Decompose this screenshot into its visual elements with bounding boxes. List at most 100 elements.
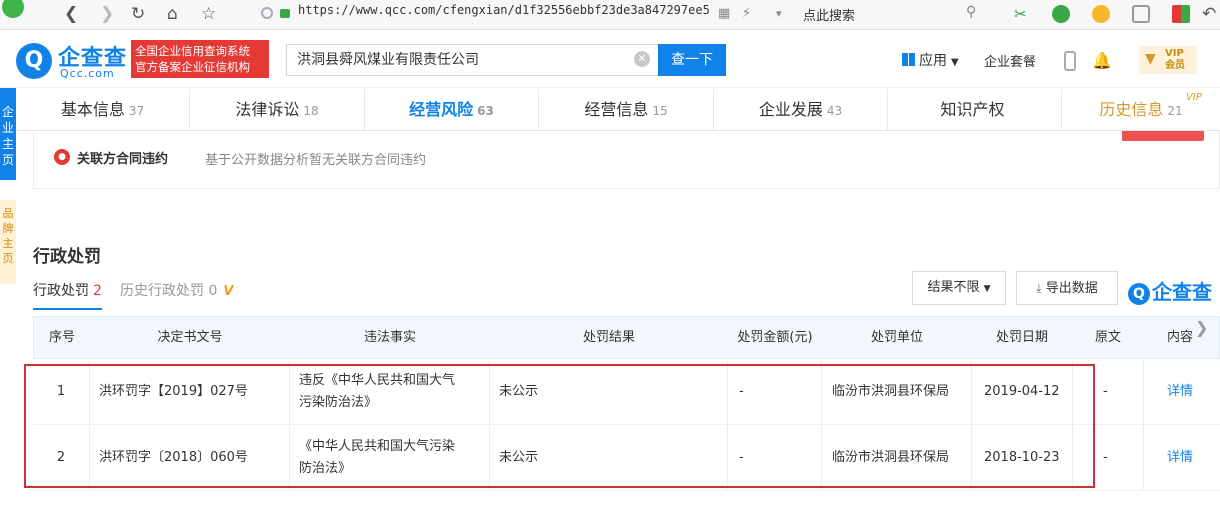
bell-icon[interactable]: 🔔 bbox=[1092, 51, 1112, 70]
qcc-logo-icon[interactable]: Q bbox=[16, 43, 52, 79]
detail-link[interactable]: 详情 bbox=[1167, 425, 1217, 490]
chevron-right-icon[interactable]: ❯ bbox=[1195, 318, 1208, 337]
export-label: 导出数据 bbox=[1045, 281, 1098, 296]
site-header: Q 企查查 Qcc.com 全国企业信用查询系统 官方备案企业征信机构 洪洞县舜… bbox=[0, 30, 1220, 88]
browser-search-box[interactable]: 点此搜索 bbox=[803, 5, 855, 24]
reload-icon[interactable]: ↻ bbox=[131, 4, 145, 24]
subtab-count: 2 bbox=[93, 283, 102, 299]
column-divider bbox=[1143, 359, 1144, 491]
vip-mark-icon: V bbox=[223, 284, 234, 299]
cell-fact: 违反《中华人民共和国大气 污染防治法》 bbox=[299, 359, 489, 424]
filter-label: 结果不限 bbox=[927, 280, 980, 295]
tab-ip[interactable]: 知识产权 bbox=[888, 89, 1062, 131]
tab-basic-info[interactable]: 基本信息 37 bbox=[16, 89, 190, 131]
vip-line-1: VIP bbox=[1165, 48, 1184, 59]
subtab-history-penalty[interactable]: 历史行政处罚 0V bbox=[120, 280, 233, 300]
slogan-line-2: 官方备案企业征信机构 bbox=[135, 60, 250, 74]
column-divider bbox=[289, 359, 290, 491]
company-search-input[interactable]: 洪洞县舜风煤业有限责任公司 bbox=[286, 44, 658, 76]
address-bar[interactable]: https://www.qcc.com/cfengxian/d1f32556eb… bbox=[298, 3, 710, 17]
subtab-label: 历史行政处罚 bbox=[120, 283, 204, 299]
home-icon[interactable]: ⌂ bbox=[167, 4, 178, 24]
cell-date: 2018-10-23 bbox=[984, 449, 1060, 465]
tab-label: 基本信息 bbox=[60, 100, 125, 119]
clear-search-icon[interactable]: ✕ bbox=[634, 51, 650, 67]
cell-amount: - bbox=[739, 449, 744, 465]
tab-label: 经营风险 bbox=[409, 100, 474, 119]
tab-label: 法律诉讼 bbox=[235, 100, 300, 119]
tab-operating-risk[interactable]: 经营风险 63 bbox=[365, 89, 539, 131]
tab-label: 知识产权 bbox=[940, 100, 1005, 119]
app-grid-icon bbox=[902, 53, 915, 66]
forward-icon[interactable]: ❯ bbox=[100, 4, 114, 24]
cell-fact: 《中华人民共和国大气污染 防治法》 bbox=[299, 425, 489, 490]
tab-count: 15 bbox=[652, 104, 668, 118]
related-contract-card: ● 关联方合同违约 基于公开数据分析暂无关联方合同违约 bbox=[33, 131, 1220, 189]
enterprise-home-tab[interactable]: 企业主页 bbox=[0, 88, 16, 180]
tab-count: 63 bbox=[477, 104, 494, 118]
lock-icon bbox=[280, 9, 290, 18]
undo-icon[interactable]: ↶ bbox=[1202, 4, 1216, 24]
slogan-line-1: 全国企业信用查询系统 bbox=[135, 44, 250, 58]
col-fact: 违法事实 bbox=[363, 330, 416, 345]
site-info-icon[interactable] bbox=[261, 7, 273, 19]
cell-index: 1 bbox=[56, 383, 66, 399]
fact-line-1: 违反《中华人民共和国大气 bbox=[299, 372, 456, 388]
image-icon[interactable] bbox=[1132, 5, 1150, 23]
grid-apps-icon[interactable]: ▦ bbox=[718, 4, 730, 24]
scrolled-button-edge[interactable] bbox=[1122, 131, 1204, 141]
back-icon[interactable]: ❮ bbox=[64, 4, 78, 24]
bookmark-star-icon[interactable]: ☆ bbox=[201, 4, 216, 24]
cell-index: 2 bbox=[56, 449, 66, 465]
app-menu[interactable]: 应用 ▼ bbox=[902, 50, 959, 70]
subtab-count: 0 bbox=[208, 283, 218, 299]
column-divider bbox=[971, 359, 972, 491]
app-menu-label: 应用 bbox=[919, 53, 947, 69]
col-date: 处罚日期 bbox=[995, 330, 1048, 345]
table-row: 1 洪环罚字【2019】027号 违反《中华人民共和国大气 污染防治法》 未公示 … bbox=[33, 359, 1220, 425]
export-data-button[interactable]: ⤓ 导出数据 bbox=[1016, 271, 1118, 305]
cell-amount: - bbox=[739, 383, 744, 399]
lightning-icon[interactable]: ⚡ bbox=[742, 4, 751, 24]
search-icon[interactable]: ⚲ bbox=[966, 4, 976, 20]
table-row: 2 洪环罚字〔2018〕060号 《中华人民共和国大气污染 防治法》 未公示 - … bbox=[33, 425, 1220, 491]
col-index: 序号 bbox=[48, 330, 75, 345]
cell-doc-no: 洪环罚字〔2018〕060号 bbox=[99, 449, 248, 465]
subtab-admin-penalty[interactable]: 行政处罚 2 bbox=[33, 280, 102, 310]
windows-icon[interactable] bbox=[1172, 5, 1190, 23]
fact-line-1: 《中华人民共和国大气污染 bbox=[299, 438, 456, 454]
column-divider bbox=[727, 359, 728, 491]
dropdown-icon[interactable]: ▾ bbox=[776, 4, 782, 24]
subtab-label: 行政处罚 bbox=[33, 283, 89, 299]
enterprise-package-link[interactable]: 企业套餐 bbox=[984, 51, 1036, 70]
tab-legal[interactable]: 法律诉讼 18 bbox=[190, 89, 365, 131]
scissors-icon[interactable]: ✂ bbox=[1014, 5, 1032, 23]
tab-operating-info[interactable]: 经营信息 15 bbox=[539, 89, 714, 131]
related-contract-description: 基于公开数据分析暂无关联方合同违约 bbox=[205, 153, 427, 168]
col-doc-no: 决定书文号 bbox=[157, 330, 223, 345]
browser-toolbar: ❮ ❯ ↻ ⌂ ☆ https://www.qcc.com/cfengxian/… bbox=[0, 0, 1220, 30]
detail-link[interactable]: 详情 bbox=[1167, 359, 1217, 424]
slogan-badge: 全国企业信用查询系统 官方备案企业征信机构 bbox=[131, 40, 269, 78]
translate-icon[interactable] bbox=[1052, 5, 1070, 23]
coupon-icon[interactable] bbox=[1092, 5, 1110, 23]
browser-logo-icon bbox=[2, 0, 24, 18]
result-filter-dropdown[interactable]: 结果不限 ▼ bbox=[912, 271, 1006, 305]
cell-date: 2019-04-12 bbox=[984, 383, 1060, 399]
tab-label: 企业发展 bbox=[758, 100, 823, 119]
fact-line-2: 防治法》 bbox=[299, 460, 352, 476]
cell-doc-no: 洪环罚字【2019】027号 bbox=[99, 383, 248, 399]
tab-development[interactable]: 企业发展 43 bbox=[714, 89, 888, 131]
tab-count: 21 bbox=[1167, 104, 1183, 118]
brand-home-tab[interactable]: 品牌主页 bbox=[0, 200, 16, 284]
tab-count: 37 bbox=[128, 104, 145, 118]
vip-tag: VIP bbox=[1186, 92, 1202, 103]
download-icon: ⤓ bbox=[1036, 281, 1042, 295]
search-button[interactable]: 查一下 bbox=[658, 44, 726, 76]
cell-unit: 临汾市洪洞县环保局 bbox=[832, 449, 950, 465]
caret-down-icon: ▼ bbox=[983, 284, 991, 294]
company-tabs: 基本信息 37 法律诉讼 18 经营风险 63 经营信息 15 企业发展 43 知识产权 … bbox=[16, 89, 1220, 131]
vip-member-badge[interactable]: ▼ VIP 会员 bbox=[1139, 46, 1197, 74]
vip-line-2: 会员 bbox=[1165, 60, 1185, 71]
mobile-icon[interactable] bbox=[1064, 51, 1076, 71]
